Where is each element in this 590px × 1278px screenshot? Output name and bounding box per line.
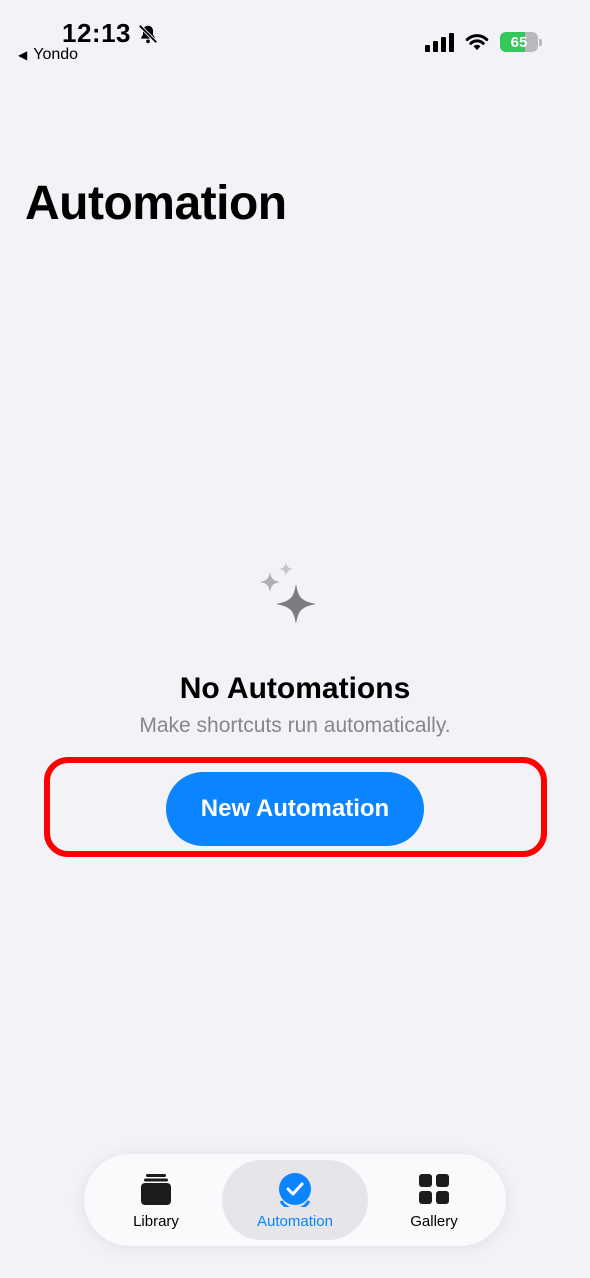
tab-gallery-label: Gallery — [410, 1212, 458, 1230]
status-time: 12:13 — [62, 18, 159, 49]
gallery-grid-icon — [419, 1173, 449, 1204]
empty-title: No Automations — [179, 672, 411, 705]
tab-library-label: Library — [133, 1212, 179, 1230]
status-indicators: 65 — [425, 32, 542, 52]
tab-bar: Library Automation Gallery — [84, 1154, 506, 1246]
tab-automation-label: Automation — [257, 1212, 333, 1230]
library-stack-icon — [141, 1173, 171, 1205]
back-triangle-icon: ◀ — [18, 48, 28, 62]
empty-state: No Automations Make shortcuts run automa… — [0, 556, 590, 738]
wifi-icon — [465, 34, 489, 50]
new-automation-button[interactable]: New Automation — [166, 772, 424, 846]
screen: 12:13 ◀ Yondo 65 Automation No Automatio… — [0, 0, 590, 1278]
cellular-signal-icon — [425, 32, 454, 52]
time-text: 12:13 — [62, 18, 131, 48]
battery-icon: 65 — [500, 32, 542, 52]
back-app-label: Yondo — [33, 46, 79, 63]
tab-library[interactable]: Library — [90, 1160, 222, 1240]
bell-slash-icon — [138, 23, 158, 44]
tab-automation[interactable]: Automation — [222, 1160, 368, 1240]
tab-gallery[interactable]: Gallery — [368, 1160, 500, 1240]
back-to-app[interactable]: ◀ Yondo — [18, 46, 78, 64]
automation-check-icon — [279, 1172, 311, 1207]
battery-level: 65 — [510, 33, 528, 51]
sparkles-icon — [260, 562, 316, 624]
empty-subtitle: Make shortcuts run automatically. — [139, 714, 451, 737]
page-title: Automation — [25, 177, 287, 230]
